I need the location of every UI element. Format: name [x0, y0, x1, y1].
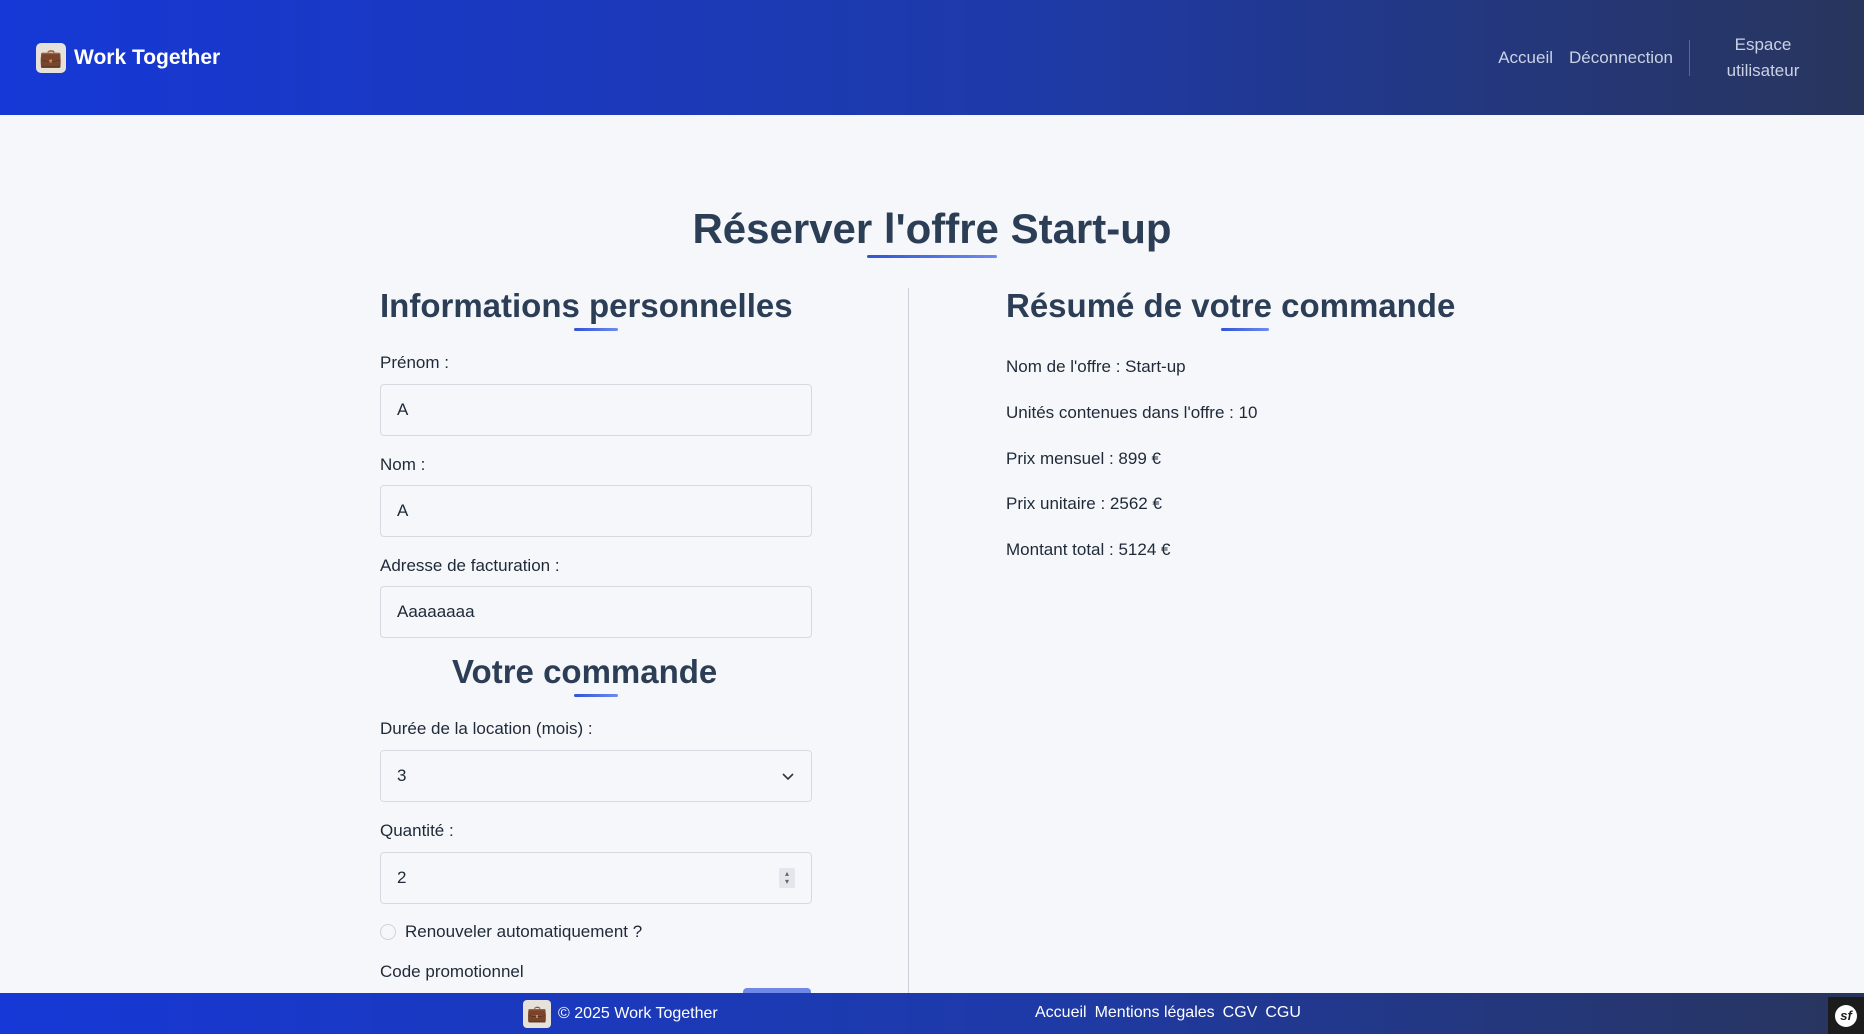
column-divider — [908, 288, 909, 993]
summary-offer-name: Nom de l'offre : Start-up — [1006, 357, 1186, 376]
duration-select[interactable]: 3 — [380, 750, 812, 802]
order-title: Votre commande — [452, 653, 718, 690]
main-nav: Accueil Déconnection Espace utilisateur — [1482, 32, 1820, 84]
nav-logout-link[interactable]: Déconnection — [1569, 48, 1673, 68]
nav-home-link[interactable]: Accueil — [1498, 48, 1553, 68]
lastname-input[interactable] — [380, 485, 812, 537]
firstname-label: Prénom : — [380, 353, 449, 372]
brand-name: Work Together — [74, 45, 221, 69]
order-title-underline — [574, 694, 618, 697]
auto-renew-checkbox[interactable] — [380, 924, 396, 940]
page-title: Réserver l'offre Start-up — [692, 205, 1172, 252]
order-summary-underline — [1221, 328, 1269, 331]
personal-info-underline — [574, 328, 618, 331]
footer-home-link[interactable]: Accueil — [1035, 1004, 1087, 1022]
billing-address-input[interactable] — [380, 586, 812, 638]
footer-cgu-link[interactable]: CGU — [1265, 1004, 1301, 1022]
symfony-toolbar-toggle[interactable]: sf — [1828, 997, 1864, 1034]
summary-units: Unités contenues dans l'offre : 10 — [1006, 403, 1258, 422]
auto-renew-label: Renouveler automatiquement ? — [405, 922, 643, 941]
lastname-label: Nom : — [380, 455, 426, 474]
footer-copyright: © 2025 Work Together — [558, 1005, 718, 1022]
footer-legal-link[interactable]: Mentions légales — [1095, 1004, 1215, 1022]
quantity-value: 2 — [397, 868, 407, 887]
app-logo-icon: 💼 — [36, 42, 66, 73]
quantity-stepper[interactable]: 2 ▴ ▾ — [380, 852, 812, 904]
duration-select-value: 3 — [397, 766, 407, 785]
nav-user-space-link[interactable]: Espace utilisateur — [1706, 32, 1820, 84]
footer: 💼 © 2025 Work Together Accueil Mentions … — [0, 993, 1864, 1034]
top-navbar: 💼 Work Together Accueil Déconnection Esp… — [0, 0, 1864, 115]
summary-unit-price: Prix unitaire : 2562 € — [1006, 494, 1162, 513]
quantity-label: Quantité : — [380, 821, 454, 840]
promo-code-label: Code promotionnel — [380, 962, 524, 981]
brand-link[interactable]: 💼 Work Together — [36, 42, 221, 73]
footer-brand: 💼 © 2025 Work Together — [523, 1000, 718, 1028]
summary-monthly-price: Prix mensuel : 899 € — [1006, 449, 1161, 468]
summary-total: Montant total : 5124 € — [1006, 540, 1171, 559]
firstname-input[interactable] — [380, 384, 812, 436]
duration-label: Durée de la location (mois) : — [380, 719, 593, 738]
symfony-icon: sf — [1835, 1004, 1857, 1027]
order-summary-title: Résumé de votre commande — [1006, 287, 1456, 324]
auto-renew-row: Renouveler automatiquement ? — [380, 922, 642, 942]
chevron-down-icon — [782, 773, 794, 781]
footer-cgv-link[interactable]: CGV — [1223, 1004, 1258, 1022]
nav-separator — [1689, 39, 1690, 76]
page-title-underline — [867, 255, 997, 258]
footer-links: Accueil Mentions légales CGV CGU — [1035, 1004, 1301, 1022]
personal-info-title: Informations personnelles — [380, 287, 793, 324]
billing-address-label: Adresse de facturation : — [380, 556, 560, 575]
footer-logo-icon: 💼 — [523, 1000, 551, 1028]
spinner-arrows-icon[interactable]: ▴ ▾ — [779, 868, 795, 888]
